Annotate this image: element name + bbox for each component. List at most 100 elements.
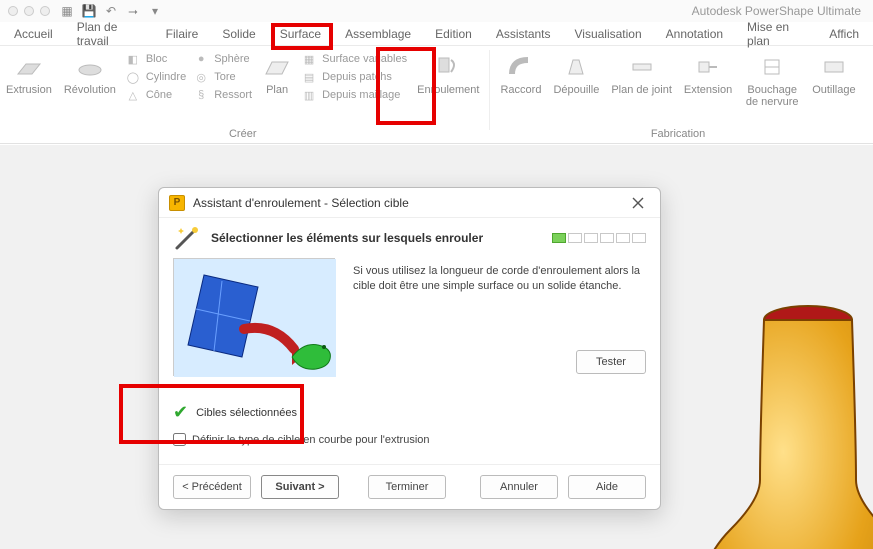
traffic-light-max[interactable] [40, 6, 50, 16]
ribbon-plan-label: Plan [266, 84, 288, 96]
menu-edition[interactable]: Edition [423, 22, 484, 46]
ribbon-from-list: ▦Surface variables ▤Depuis patchs ▥Depui… [298, 46, 411, 108]
menu-assemblage[interactable]: Assemblage [333, 22, 423, 46]
menu-visualisation[interactable]: Visualisation [563, 22, 654, 46]
ribbon-extension-label: Extension [684, 84, 732, 96]
wizard-step-6 [632, 233, 646, 243]
aide-button[interactable]: Aide [568, 475, 646, 499]
suivant-button[interactable]: Suivant > [261, 475, 339, 499]
ribbon-surface-variables[interactable]: ▦Surface variables [302, 52, 407, 66]
ribbon: Extrusion Révolution ◧ Bloc ◯ Cylindre △ Cô… [0, 46, 873, 144]
ribbon-sphere[interactable]: ● Sphère [194, 52, 252, 66]
annuler-button[interactable]: Annuler [480, 475, 558, 499]
menu-solide[interactable]: Solide [210, 22, 267, 46]
ribbon-depouille-label: Dépouille [553, 84, 599, 96]
dialog-heading: Sélectionner les éléments sur lesquels e… [211, 231, 483, 245]
menu-surface[interactable]: Surface [268, 22, 333, 46]
dialog-body: Sélectionner les éléments sur lesquels e… [159, 218, 660, 464]
ribbon-cylindre[interactable]: ◯ Cylindre [126, 70, 186, 84]
quick-access-toolbar: ▦ 💾 ↶ ⭢ ▾ [60, 4, 162, 18]
qat-undo-icon[interactable]: ↶ [104, 4, 118, 18]
ribbon-plan[interactable]: Plan [256, 46, 298, 108]
wrap-icon [433, 52, 463, 82]
model-bottle [683, 300, 873, 549]
spring-icon: § [194, 88, 208, 102]
qat-grid-icon[interactable]: ▦ [60, 4, 74, 18]
wizard-step-4 [600, 233, 614, 243]
ribbon-depuis-maillage[interactable]: ▥Depuis maillage [302, 88, 407, 102]
ribbon-enroulement-label: Enroulement [417, 84, 479, 96]
revolution-icon [75, 52, 105, 82]
ribbon-cone[interactable]: △ Cône [126, 88, 186, 102]
cylinder-icon: ◯ [126, 70, 140, 84]
ribbon-outillage[interactable]: Outillage [806, 46, 861, 110]
checkmark-icon: ✔ [173, 402, 188, 423]
ribbon-bloc[interactable]: ◧ Bloc [126, 52, 186, 66]
torus-icon: ◎ [194, 70, 208, 84]
qat-dropdown-icon[interactable]: ▾ [148, 4, 162, 18]
powershape-app-icon: P [169, 195, 185, 211]
traffic-light-close[interactable] [8, 6, 18, 16]
ribbon-cylindre-label: Cylindre [146, 71, 186, 83]
dialog-button-bar: < Précédent Suivant > Terminer Annuler A… [159, 464, 660, 509]
menu-assistants[interactable]: Assistants [484, 22, 563, 46]
sphere-icon: ● [194, 52, 208, 66]
ribbon-revolution[interactable]: Révolution [58, 46, 122, 108]
ribbon-sphere-label: Sphère [214, 53, 249, 65]
ribbon-separator [489, 50, 490, 130]
cube-icon: ◧ [126, 52, 140, 66]
ribbon-tore[interactable]: ◎ Tore [194, 70, 252, 84]
ribbon-outillage-label: Outillage [812, 84, 855, 96]
wizard-wand-icon [173, 224, 201, 252]
ribbon-depuis-patchs[interactable]: ▤Depuis patchs [302, 70, 407, 84]
qat-pointer-icon[interactable]: ⭢ [126, 4, 140, 18]
dialog-titlebar[interactable]: P Assistant d'enroulement - Sélection ci… [159, 188, 660, 218]
ribbon-revolution-label: Révolution [64, 84, 116, 96]
menu-annotation[interactable]: Annotation [654, 22, 735, 46]
qat-save-icon[interactable]: 💾 [82, 4, 96, 18]
define-target-type-label: Définir le type de cible en courbe pour … [192, 434, 430, 446]
wizard-step-5 [616, 233, 630, 243]
ribbon-plan-de-joint[interactable]: Plan de joint [605, 46, 678, 110]
app-title: Autodesk PowerShape Ultimate [692, 4, 861, 18]
wrap-wizard-dialog: P Assistant d'enroulement - Sélection ci… [158, 187, 661, 510]
menu-afficher[interactable]: Affich [817, 22, 871, 46]
ribbon-shape-list: ● Sphère ◎ Tore § Ressort [190, 46, 256, 108]
ribbon-tore-label: Tore [214, 71, 235, 83]
ribbon-bloc-label: Bloc [146, 53, 167, 65]
ribbon-primitive-list: ◧ Bloc ◯ Cylindre △ Cône [122, 46, 190, 108]
menu-filaire[interactable]: Filaire [154, 22, 211, 46]
draft-icon [561, 52, 591, 82]
ribbon-ressort-label: Ressort [214, 89, 252, 101]
ribbon-extension[interactable]: Extension [678, 46, 738, 110]
tester-button[interactable]: Tester [576, 350, 646, 374]
window-controls [8, 6, 50, 16]
ribbon-extrusion[interactable]: Extrusion [0, 46, 58, 108]
ribbon-depuis-patchs-label: Depuis patchs [322, 71, 392, 83]
traffic-light-min[interactable] [24, 6, 34, 16]
ribbon-ressort[interactable]: § Ressort [194, 88, 252, 102]
dialog-close-button[interactable] [626, 191, 650, 215]
ribbon-bouchage[interactable]: Bouchage de nervure [738, 46, 806, 110]
ribbon-plan-de-joint-label: Plan de joint [611, 84, 672, 96]
menu-accueil[interactable]: Accueil [2, 22, 65, 46]
terminer-button[interactable]: Terminer [368, 475, 446, 499]
precedent-button[interactable]: < Précédent [173, 475, 251, 499]
ribbon-depouille[interactable]: Dépouille [547, 46, 605, 110]
extrusion-icon [14, 52, 44, 82]
cone-icon: △ [126, 88, 140, 102]
menu-plan-de-travail[interactable]: Plan de travail [65, 22, 154, 46]
ribbon-extrusion-label: Extrusion [6, 84, 52, 96]
ribbon-raccord[interactable]: Raccord [494, 46, 547, 110]
wizard-step-2 [568, 233, 582, 243]
fillet-icon [506, 52, 536, 82]
define-target-type-checkbox[interactable] [173, 433, 186, 446]
dialog-heading-row: Sélectionner les éléments sur lesquels e… [173, 224, 646, 252]
ribbon-enroulement[interactable]: Enroulement [411, 46, 485, 108]
mesh-icon: ▦ [302, 52, 316, 66]
menubar: Accueil Plan de travail Filaire Solide S… [0, 22, 873, 46]
ribbon-cone-label: Cône [146, 89, 172, 101]
menu-mise-en-plan[interactable]: Mise en plan [735, 22, 817, 46]
tooling-icon [819, 52, 849, 82]
dialog-status-row: ✔ Cibles sélectionnées [173, 402, 646, 423]
